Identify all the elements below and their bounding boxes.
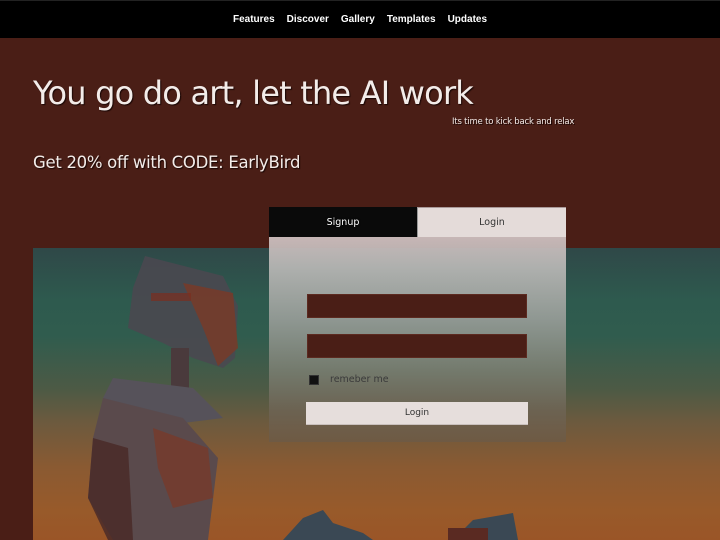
nav-item-gallery[interactable]: Gallery: [335, 14, 381, 25]
hero-subtitle: Its time to kick back and relax: [452, 117, 575, 127]
remember-me-label: remeber me: [330, 374, 389, 385]
tab-login[interactable]: Login: [417, 207, 566, 237]
password-input[interactable]: [307, 334, 527, 358]
hero-title: You go do art, let the AI work: [33, 74, 474, 112]
robot-arm: [88, 438, 133, 540]
nav-item-features[interactable]: Features: [227, 14, 281, 25]
promo-code-text: Get 20% off with CODE: EarlyBird: [33, 153, 301, 172]
robot-neck: [171, 348, 189, 388]
debris-left: [283, 510, 373, 540]
auth-card: Signup Login remeber me Login: [269, 207, 566, 442]
nav-item-updates[interactable]: Updates: [442, 14, 493, 25]
auth-tabs: Signup Login: [269, 207, 566, 237]
debris-rust: [448, 528, 488, 540]
robot-eye-slit: [151, 293, 191, 301]
login-panel: remeber me Login: [269, 237, 566, 442]
nav-item-discover[interactable]: Discover: [281, 14, 335, 25]
nav-item-templates[interactable]: Templates: [381, 14, 442, 25]
remember-me-checkbox[interactable]: [309, 374, 319, 385]
login-button[interactable]: Login: [306, 402, 528, 425]
remember-me-row: remeber me: [309, 374, 389, 385]
username-input[interactable]: [307, 294, 527, 318]
top-navigation: Features Discover Gallery Templates Upda…: [0, 0, 720, 38]
tab-signup[interactable]: Signup: [269, 207, 417, 237]
